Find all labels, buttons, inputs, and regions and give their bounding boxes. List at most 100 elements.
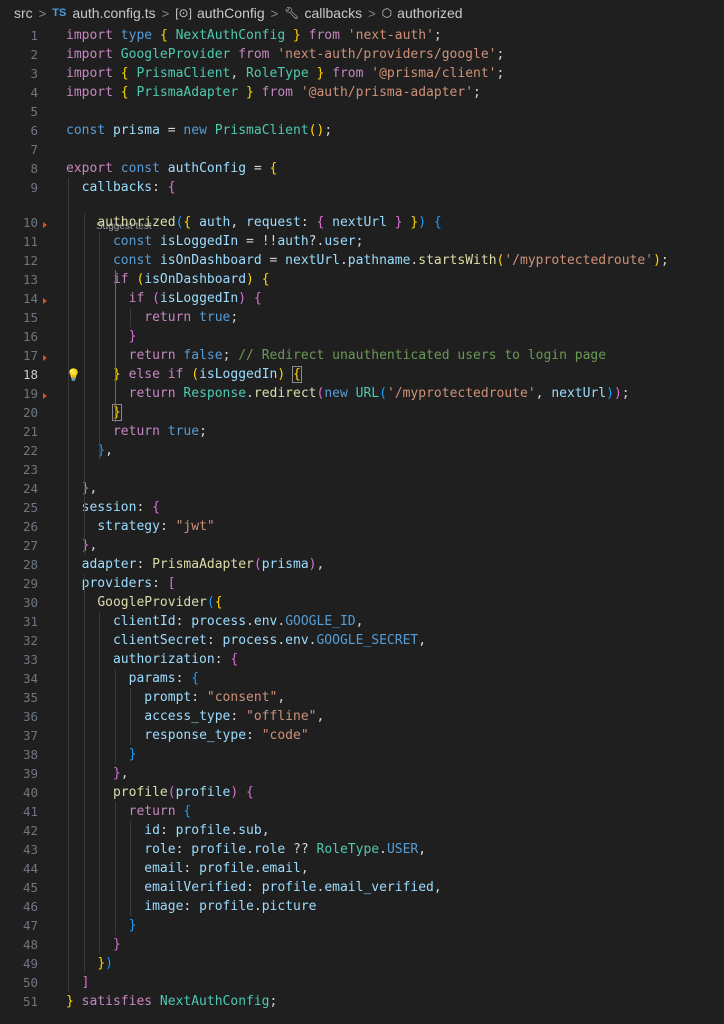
code-line[interactable]: 11 const isLoggedIn = !!auth?.user; bbox=[0, 232, 724, 251]
code-line[interactable]: 25 session: { bbox=[0, 498, 724, 517]
code-token: 'next-auth' bbox=[347, 28, 434, 43]
code-line[interactable]: 4 import { PrismaAdapter } from '@auth/pr… bbox=[0, 83, 724, 102]
code-line[interactable]: 17 return false; // Redirect unauthentic… bbox=[0, 346, 724, 365]
code-text: } satisfies NextAuthConfig; bbox=[66, 992, 277, 1011]
code-token: , bbox=[316, 709, 325, 724]
code-token: prisma bbox=[112, 123, 160, 138]
code-line[interactable]: 30 GoogleProvider({ bbox=[0, 593, 724, 612]
code-text: } bbox=[66, 935, 121, 954]
code-line[interactable]: 1 import type { NextAuthConfig } from 'ne… bbox=[0, 26, 724, 45]
line-number: 15 bbox=[22, 310, 38, 325]
code-text: callbacks: { bbox=[66, 178, 176, 197]
code-line[interactable]: 41 return { bbox=[0, 802, 724, 821]
code-token: . bbox=[277, 633, 286, 648]
code-line[interactable]: 32 clientSecret: process.env.GOOGLE_SECR… bbox=[0, 631, 724, 650]
code-line[interactable]: 48 } bbox=[0, 935, 724, 954]
change-marker-icon[interactable] bbox=[43, 355, 47, 361]
code-line[interactable]: 3 import { PrismaClient, RoleType } from … bbox=[0, 64, 724, 83]
code-line[interactable]: 8 export const authConfig = { bbox=[0, 159, 724, 178]
code-line[interactable]: 18 💡 } else if (isLoggedIn) { bbox=[0, 365, 724, 384]
change-marker-icon[interactable] bbox=[43, 298, 47, 304]
code-line[interactable]: 14 if (isLoggedIn) { bbox=[0, 289, 724, 308]
code-text: } bbox=[66, 403, 122, 422]
code-line[interactable]: 23 bbox=[0, 460, 724, 479]
code-line[interactable]: 10 authorized({ auth, request: { nextUrl… bbox=[0, 213, 724, 232]
code-line[interactable]: 34 params: { bbox=[0, 669, 724, 688]
code-line[interactable]: 33 authorization: { bbox=[0, 650, 724, 669]
code-text: adapter: PrismaAdapter(prisma), bbox=[66, 555, 325, 574]
breadcrumb-item-authorized[interactable]: ⬡ authorized bbox=[382, 5, 463, 21]
code-token: { bbox=[120, 66, 137, 81]
code-text: session: { bbox=[66, 498, 160, 517]
code-line[interactable]: 43 role: profile.role ?? RoleType.USER, bbox=[0, 840, 724, 859]
code-line[interactable]: 29 providers: [ bbox=[0, 574, 724, 593]
code-line[interactable]: 37 response_type: "code" bbox=[0, 726, 724, 745]
code-token: auth bbox=[277, 234, 309, 249]
breadcrumb-item-callbacks[interactable]: 🔧︎ callbacks bbox=[284, 5, 362, 21]
code-line[interactable]: 22 }, bbox=[0, 441, 724, 460]
code-line[interactable]: 27 }, bbox=[0, 536, 724, 555]
code-line[interactable]: 40 profile(profile) { bbox=[0, 783, 724, 802]
change-marker-icon[interactable] bbox=[43, 393, 47, 399]
code-line[interactable]: 51} satisfies NextAuthConfig; bbox=[0, 992, 724, 1011]
code-line[interactable]: 19 return Response.redirect(new URL('/my… bbox=[0, 384, 724, 403]
code-line[interactable]: 2 import GoogleProvider from 'next-auth/p… bbox=[0, 45, 724, 64]
breadcrumb-item-src[interactable]: src bbox=[14, 5, 33, 21]
code-line[interactable]: 50 ] bbox=[0, 973, 724, 992]
code-token: prisma bbox=[261, 557, 309, 572]
code-line[interactable]: 46 image: profile.picture bbox=[0, 897, 724, 916]
code-line[interactable]: 47 } bbox=[0, 916, 724, 935]
code-token: GoogleProvider bbox=[120, 47, 231, 62]
code-token: redirect bbox=[253, 386, 317, 401]
code-line[interactable]: 38 } bbox=[0, 745, 724, 764]
code-token: GoogleProvider bbox=[97, 595, 207, 610]
code-token: role bbox=[253, 842, 286, 857]
code-token: nextUrl bbox=[551, 386, 607, 401]
code-token: : bbox=[175, 842, 192, 857]
code-token: process bbox=[191, 614, 247, 629]
code-token: PrismaAdapter bbox=[152, 557, 254, 572]
code-line[interactable]: 13 if (isOnDashboard) { bbox=[0, 270, 724, 289]
code-line[interactable]: 36 access_type: "offline", bbox=[0, 707, 724, 726]
code-line[interactable]: 12 const isOnDashboard = nextUrl.pathnam… bbox=[0, 251, 724, 270]
code-line[interactable]: 20 } bbox=[0, 403, 724, 422]
change-marker-icon[interactable] bbox=[43, 222, 47, 228]
code-line[interactable]: 42 id: profile.sub, bbox=[0, 821, 724, 840]
code-line[interactable]: 7 bbox=[0, 140, 724, 159]
code-token: . bbox=[277, 614, 286, 629]
code-token: { bbox=[246, 785, 254, 800]
code-line[interactable]: 5 bbox=[0, 102, 724, 121]
code-line[interactable]: 6 const prisma = new PrismaClient(); bbox=[0, 121, 724, 140]
code-token: ; bbox=[199, 424, 207, 439]
chevron-right-icon: > bbox=[38, 5, 47, 21]
line-number: 25 bbox=[22, 500, 38, 515]
code-line[interactable]: 15 return true; bbox=[0, 308, 724, 327]
code-token: response_type bbox=[144, 728, 247, 743]
code-line[interactable]: 35 prompt: "consent", bbox=[0, 688, 724, 707]
code-text: ] bbox=[66, 973, 90, 992]
breadcrumb-item-authconfig[interactable]: [⊙] authConfig bbox=[175, 5, 264, 21]
code-line[interactable]: 44 email: profile.email, bbox=[0, 859, 724, 878]
code-line[interactable]: 26 strategy: "jwt" bbox=[0, 517, 724, 536]
typescript-icon: TS bbox=[52, 7, 67, 19]
code-line[interactable]: 24 }, bbox=[0, 479, 724, 498]
code-line[interactable]: 45 emailVerified: profile.email_verified… bbox=[0, 878, 724, 897]
code-line[interactable]: 9 callbacks: { bbox=[0, 178, 724, 197]
code-line[interactable]: 39 }, bbox=[0, 764, 724, 783]
code-line[interactable]: 31 clientId: process.env.GOOGLE_ID, bbox=[0, 612, 724, 631]
code-token: GOOGLE_SECRET bbox=[316, 633, 419, 648]
code-line[interactable]: 49 }) bbox=[0, 954, 724, 973]
code-line[interactable]: 21 return true; bbox=[0, 422, 724, 441]
code-line[interactable]: 28 adapter: PrismaAdapter(prisma), bbox=[0, 555, 724, 574]
breadcrumb-item-file[interactable]: TS auth.config.ts bbox=[52, 5, 155, 21]
code-token: { bbox=[191, 671, 200, 686]
code-editor[interactable]: Suggest test 1 import type { NextAuthConf… bbox=[0, 24, 724, 1024]
line-number: 38 bbox=[22, 747, 38, 762]
code-line[interactable]: 16 } bbox=[0, 327, 724, 346]
code-token: , bbox=[433, 880, 442, 895]
